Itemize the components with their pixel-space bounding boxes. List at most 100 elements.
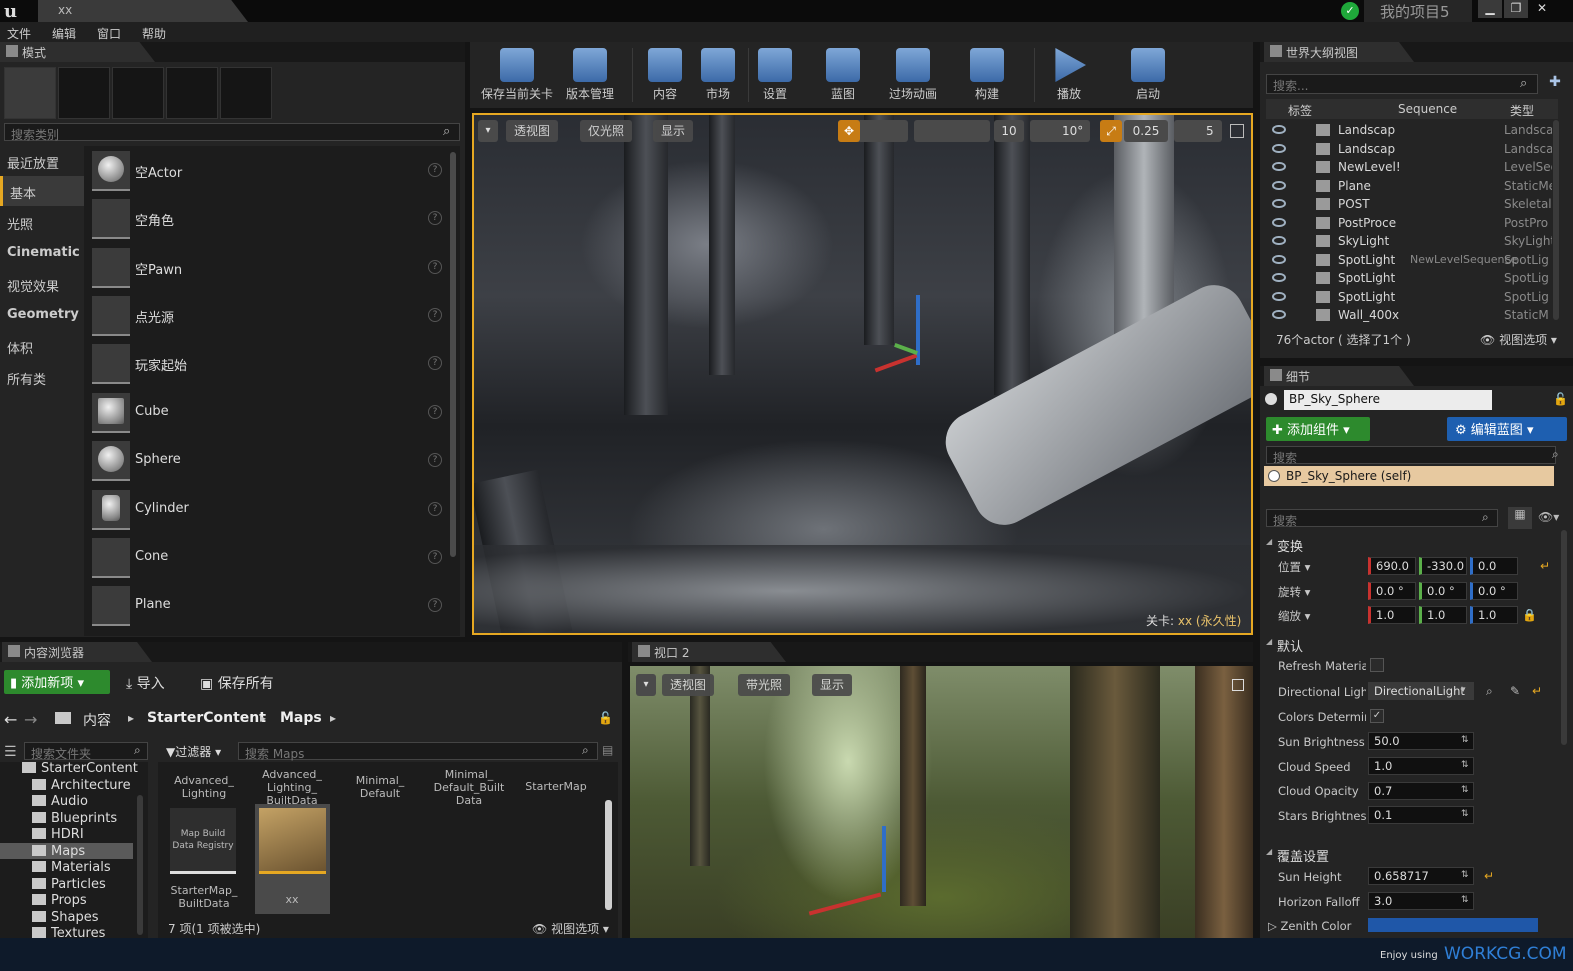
document-tab[interactable]: xx xyxy=(38,0,248,22)
place-item-cone[interactable]: Cone? xyxy=(88,535,448,581)
category-geometry[interactable]: Geometry xyxy=(0,300,84,330)
breadcrumb-starter-content[interactable]: StarterContent xyxy=(147,710,266,726)
close-button[interactable]: ✕ xyxy=(1530,0,1554,18)
directional-light-dropdown[interactable]: DirectionalLight ▾ xyxy=(1368,682,1474,700)
viewport2-lit-button[interactable]: 带光照 xyxy=(738,674,791,696)
gizmo-x-axis[interactable] xyxy=(808,892,882,916)
place-item-empty-character[interactable]: 空角色? xyxy=(88,196,448,242)
location-z-input[interactable]: 0.0 xyxy=(1470,557,1518,575)
tab-details[interactable]: 细节 xyxy=(1264,366,1414,386)
cloud-speed-input[interactable]: 1.0 ⇅ xyxy=(1368,757,1474,775)
camera-speed-value[interactable]: 5 xyxy=(1174,120,1222,142)
folder-materials[interactable]: Materials xyxy=(32,860,111,875)
help-icon[interactable]: ? xyxy=(428,211,442,225)
location-x-input[interactable]: 690.0 xyxy=(1368,557,1416,575)
cloud-opacity-input[interactable]: 0.7 ⇅ xyxy=(1368,782,1474,800)
help-icon[interactable]: ? xyxy=(428,502,442,516)
section-transform[interactable]: 变换 xyxy=(1263,533,1558,555)
place-item-empty-actor[interactable]: 空Actor? xyxy=(88,148,448,194)
visibility-eye-icon[interactable] xyxy=(1272,273,1286,282)
unreal-logo-icon[interactable]: u xyxy=(4,1,26,22)
component-tree-item[interactable]: BP_Sky_Sphere (self) xyxy=(1264,466,1554,486)
visibility-eye-icon[interactable] xyxy=(1272,217,1286,227)
outliner-search-input[interactable]: 搜索... xyxy=(1266,74,1538,94)
visibility-eye-icon[interactable] xyxy=(1272,162,1286,171)
save-level-button[interactable]: 保存当前关卡 xyxy=(478,44,556,106)
edit-blueprint-button[interactable]: ⚙ 编辑蓝图 ▾ xyxy=(1447,417,1567,441)
menu-window[interactable]: 窗口 xyxy=(97,25,121,42)
help-icon[interactable]: ? xyxy=(428,308,442,322)
viewport2-show-button[interactable]: 显示 xyxy=(812,674,853,696)
perspective-button[interactable]: 透视图 xyxy=(506,120,559,142)
scale-label[interactable]: 缩放 ▾ xyxy=(1278,608,1366,624)
play-button[interactable]: 播放 xyxy=(1039,44,1099,106)
outliner-row[interactable]: POST Skeletal xyxy=(1262,195,1552,214)
folder-hdri[interactable]: HDRI xyxy=(32,827,84,842)
folder-props[interactable]: Props xyxy=(32,893,87,908)
folder-audio[interactable]: Audio xyxy=(32,794,88,809)
rotation-snap-value[interactable]: 10° xyxy=(1030,120,1090,142)
scale-snap-value[interactable]: 0.25 xyxy=(1124,120,1168,142)
place-item-empty-pawn[interactable]: 空Pawn? xyxy=(88,245,448,291)
column-label[interactable]: 标签 xyxy=(1288,102,1312,119)
details-scrollbar[interactable] xyxy=(1561,530,1567,745)
zenith-color-swatch[interactable] xyxy=(1368,918,1538,932)
help-icon[interactable]: ? xyxy=(428,260,442,274)
help-icon[interactable]: ? xyxy=(428,163,442,177)
section-default[interactable]: 默认 xyxy=(1263,633,1558,655)
section-override[interactable]: 覆盖设置 xyxy=(1263,843,1558,865)
eyedropper-icon[interactable]: ✎ xyxy=(1510,684,1520,698)
show-button[interactable]: 显示 xyxy=(653,120,694,142)
help-icon[interactable]: ? xyxy=(428,550,442,564)
menu-edit[interactable]: 编辑 xyxy=(52,25,76,42)
help-icon[interactable]: ? xyxy=(428,598,442,612)
outliner-row[interactable]: SpotLight SpotLig xyxy=(1262,269,1552,288)
category-volumes[interactable]: 体积 xyxy=(0,331,84,361)
tab-viewport-2[interactable]: 视口 2 xyxy=(632,642,786,662)
folder-maps[interactable]: Maps xyxy=(32,844,85,859)
folder-blueprints[interactable]: Blueprints xyxy=(32,811,117,826)
actor-name-input[interactable]: BP_Sky_Sphere xyxy=(1284,390,1492,410)
place-item-cylinder[interactable]: Cylinder? xyxy=(88,487,448,533)
breadcrumb-separator-icon[interactable]: ▸ xyxy=(330,711,336,725)
property-matrix-icon[interactable]: ▦ xyxy=(1508,507,1532,529)
asset-advanced-lighting-builtdata[interactable]: Advanced_ Lighting_ BuiltData xyxy=(256,768,328,807)
placeable-scrollbar[interactable] xyxy=(450,152,456,557)
visibility-eye-icon[interactable] xyxy=(1272,143,1286,153)
grid-snap-value[interactable]: 10 xyxy=(994,120,1024,142)
help-icon[interactable]: ? xyxy=(428,453,442,467)
minimize-button[interactable]: ▁ xyxy=(1478,0,1502,18)
asset-search-input[interactable]: 搜索 Maps xyxy=(238,742,598,761)
asset-minimal-default[interactable]: Minimal_ Default xyxy=(344,774,416,800)
menu-file[interactable]: 文件 xyxy=(7,25,31,42)
maximize-viewport-icon[interactable] xyxy=(1230,124,1244,138)
back-arrow-icon[interactable]: ← xyxy=(4,710,17,729)
place-item-cube[interactable]: Cube? xyxy=(88,390,448,436)
import-button[interactable]: ⤓ 导入 xyxy=(126,673,165,693)
category-recent[interactable]: 最近放置 xyxy=(0,146,84,176)
scale-snap-icon[interactable]: ⤢ xyxy=(1100,120,1122,142)
viewport2-perspective-button[interactable]: 透视图 xyxy=(662,674,715,696)
scale-y-input[interactable]: 1.0 xyxy=(1419,606,1467,624)
browse-icon[interactable]: ⌕ xyxy=(1486,684,1493,699)
outliner-row[interactable]: NewLevel! LevelSeq xyxy=(1262,158,1552,177)
filters-dropdown[interactable]: ▼过滤器 ▾ xyxy=(166,743,221,760)
foliage-mode-icon[interactable] xyxy=(166,67,218,119)
reset-arrow-icon[interactable]: ↵ xyxy=(1540,559,1550,573)
visibility-eye-icon[interactable] xyxy=(1272,180,1286,190)
column-sequence[interactable]: Sequence xyxy=(1398,102,1457,116)
asset-minimal-default-builtdata[interactable]: Minimal_ Default_Built Data xyxy=(428,768,510,807)
location-label[interactable]: 位置 ▾ xyxy=(1278,559,1366,575)
category-basic[interactable]: 基本 xyxy=(0,176,84,206)
add-actor-icon[interactable]: ✚ xyxy=(1545,74,1565,94)
rotation-x-input[interactable]: 0.0 ° xyxy=(1368,582,1416,600)
viewport2-options-dropdown[interactable]: ▾ xyxy=(636,674,656,696)
folder-architecture[interactable]: Architecture xyxy=(32,778,131,793)
secondary-viewport[interactable] xyxy=(630,666,1253,938)
maximize-viewport-icon[interactable] xyxy=(1232,679,1244,691)
breadcrumb-content[interactable]: 内容 xyxy=(83,710,111,730)
scale-z-input[interactable]: 1.0 xyxy=(1470,606,1518,624)
grid-snap-toggle[interactable] xyxy=(914,120,990,142)
translate-icon[interactable]: ✥ xyxy=(838,120,860,142)
rotation-z-input[interactable]: 0.0 ° xyxy=(1470,582,1518,600)
